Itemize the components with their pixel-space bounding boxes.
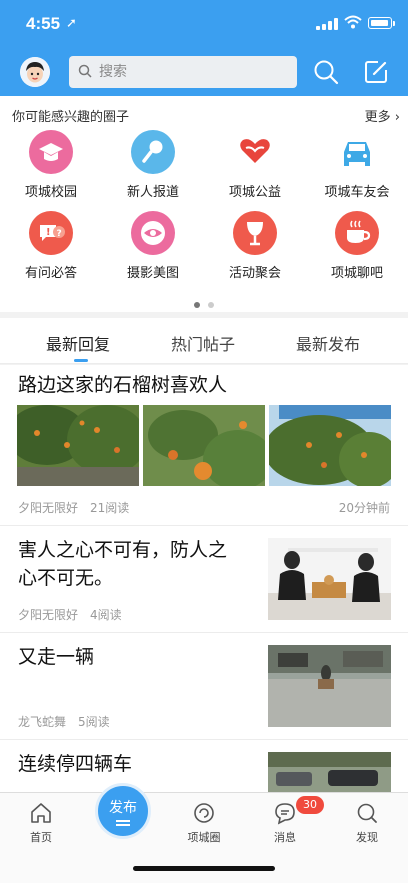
search-input[interactable] bbox=[99, 60, 289, 84]
tab-hot-posts[interactable]: 热门帖子 bbox=[171, 331, 235, 355]
post-title: 又走一辆 bbox=[18, 646, 95, 668]
discover-search-icon bbox=[357, 803, 377, 823]
more-link[interactable]: 更多 › bbox=[365, 106, 400, 125]
battery-icon bbox=[368, 17, 392, 29]
microphone-icon bbox=[131, 130, 175, 174]
post-author: 龙飞蛇舞 bbox=[18, 715, 67, 729]
post-item[interactable]: 路边这家的石榴树喜欢人 夕阳无限好 21阅读 20分钟前 bbox=[0, 365, 408, 526]
tab-circle[interactable]: 项城圈 bbox=[174, 801, 234, 845]
post-views: 5阅读 bbox=[78, 715, 110, 729]
message-bubble-icon bbox=[275, 803, 295, 825]
suggested-circles: 你可能感兴趣的圈子 更多 › 项城校园 新人报道 项城公益 项城车友会 !? 有… bbox=[0, 96, 408, 312]
location-arrow-icon: ➚ bbox=[66, 16, 77, 31]
circle-item-charity[interactable]: 项城公益 bbox=[205, 130, 305, 200]
post-item[interactable]: 害人之心不可有，防人之 心不可无。 夕阳无限好 4阅读 bbox=[0, 526, 408, 633]
search-icon[interactable] bbox=[312, 58, 340, 86]
page-indicator[interactable] bbox=[0, 293, 408, 312]
svg-text:!: ! bbox=[46, 227, 51, 238]
post-feed: 路边这家的石榴树喜欢人 夕阳无限好 21阅读 20分钟前 害人之心不可有，防人之… bbox=[0, 365, 408, 792]
tab-discover[interactable]: 发现 bbox=[337, 801, 397, 845]
circle-refresh-icon bbox=[194, 803, 214, 823]
search-icon bbox=[78, 64, 92, 78]
wine-glass-icon bbox=[233, 211, 277, 255]
camera-eye-icon bbox=[131, 211, 175, 255]
circle-item-qa[interactable]: !? 有问必答 bbox=[1, 211, 101, 281]
user-avatar[interactable] bbox=[20, 57, 50, 87]
post-image bbox=[143, 405, 265, 486]
heart-hands-icon bbox=[233, 130, 277, 174]
tab-latest-replies[interactable]: 最新回复 bbox=[46, 331, 110, 355]
section-title: 你可能感兴趣的圈子 bbox=[12, 110, 130, 125]
status-time: 4:55 bbox=[26, 14, 61, 33]
post-title: 连续停四辆车 bbox=[18, 753, 133, 775]
post-title: 路边这家的石榴树喜欢人 bbox=[18, 374, 228, 396]
app-header: 4:55 ➚ bbox=[0, 0, 408, 96]
compose-icon[interactable] bbox=[362, 58, 390, 86]
circle-item-photography[interactable]: 摄影美图 bbox=[103, 211, 203, 281]
signal-icon bbox=[316, 18, 338, 30]
page-dot bbox=[208, 302, 214, 308]
post-views: 4阅读 bbox=[90, 608, 122, 622]
status-bar: 4:55 ➚ bbox=[0, 0, 408, 46]
circle-item-campus[interactable]: 项城校园 bbox=[1, 130, 101, 200]
post-meta: 夕阳无限好 21阅读 bbox=[18, 499, 129, 516]
post-item[interactable]: 又走一辆 龙飞蛇舞 5阅读 bbox=[0, 633, 408, 740]
svg-text:?: ? bbox=[57, 229, 62, 239]
post-image bbox=[268, 538, 391, 620]
post-item[interactable]: 连续停四辆车 bbox=[0, 740, 408, 792]
post-views: 21阅读 bbox=[90, 501, 130, 515]
car-icon bbox=[335, 130, 379, 174]
circle-item-chat[interactable]: 项城聊吧 bbox=[307, 211, 407, 281]
post-author: 夕阳无限好 bbox=[18, 501, 79, 515]
tab-latest-posts[interactable]: 最新发布 bbox=[296, 331, 360, 355]
post-time: 20分钟前 bbox=[338, 501, 390, 515]
post-image bbox=[17, 405, 139, 486]
active-tab-indicator bbox=[74, 359, 88, 362]
home-icon bbox=[31, 803, 51, 823]
post-author: 夕阳无限好 bbox=[18, 608, 79, 622]
feed-tabs: 最新回复 热门帖子 最新发布 bbox=[0, 318, 408, 364]
circle-item-events[interactable]: 活动聚会 bbox=[205, 211, 305, 281]
graduation-cap-icon bbox=[29, 130, 73, 174]
post-image bbox=[269, 405, 391, 486]
messages-badge: 30 bbox=[296, 796, 324, 814]
post-title: 害人之心不可有，防人之 心不可无。 bbox=[18, 539, 228, 589]
tab-home[interactable]: 首页 bbox=[11, 801, 71, 845]
question-chat-icon: !? bbox=[29, 211, 73, 255]
avatar-face-icon bbox=[20, 57, 50, 87]
page-dot-active bbox=[194, 302, 200, 308]
circle-item-newcomers[interactable]: 新人报道 bbox=[103, 130, 203, 200]
circle-item-car-club[interactable]: 项城车友会 bbox=[307, 130, 407, 200]
search-bar[interactable] bbox=[69, 56, 297, 88]
post-image bbox=[268, 645, 391, 727]
post-meta: 龙飞蛇舞 5阅读 bbox=[18, 713, 110, 730]
publish-button[interactable]: 发布 bbox=[95, 783, 151, 839]
coffee-cup-icon bbox=[335, 211, 379, 255]
home-indicator bbox=[133, 866, 275, 871]
wifi-icon bbox=[344, 15, 362, 29]
post-image bbox=[268, 752, 391, 792]
post-meta: 夕阳无限好 4阅读 bbox=[18, 606, 122, 623]
